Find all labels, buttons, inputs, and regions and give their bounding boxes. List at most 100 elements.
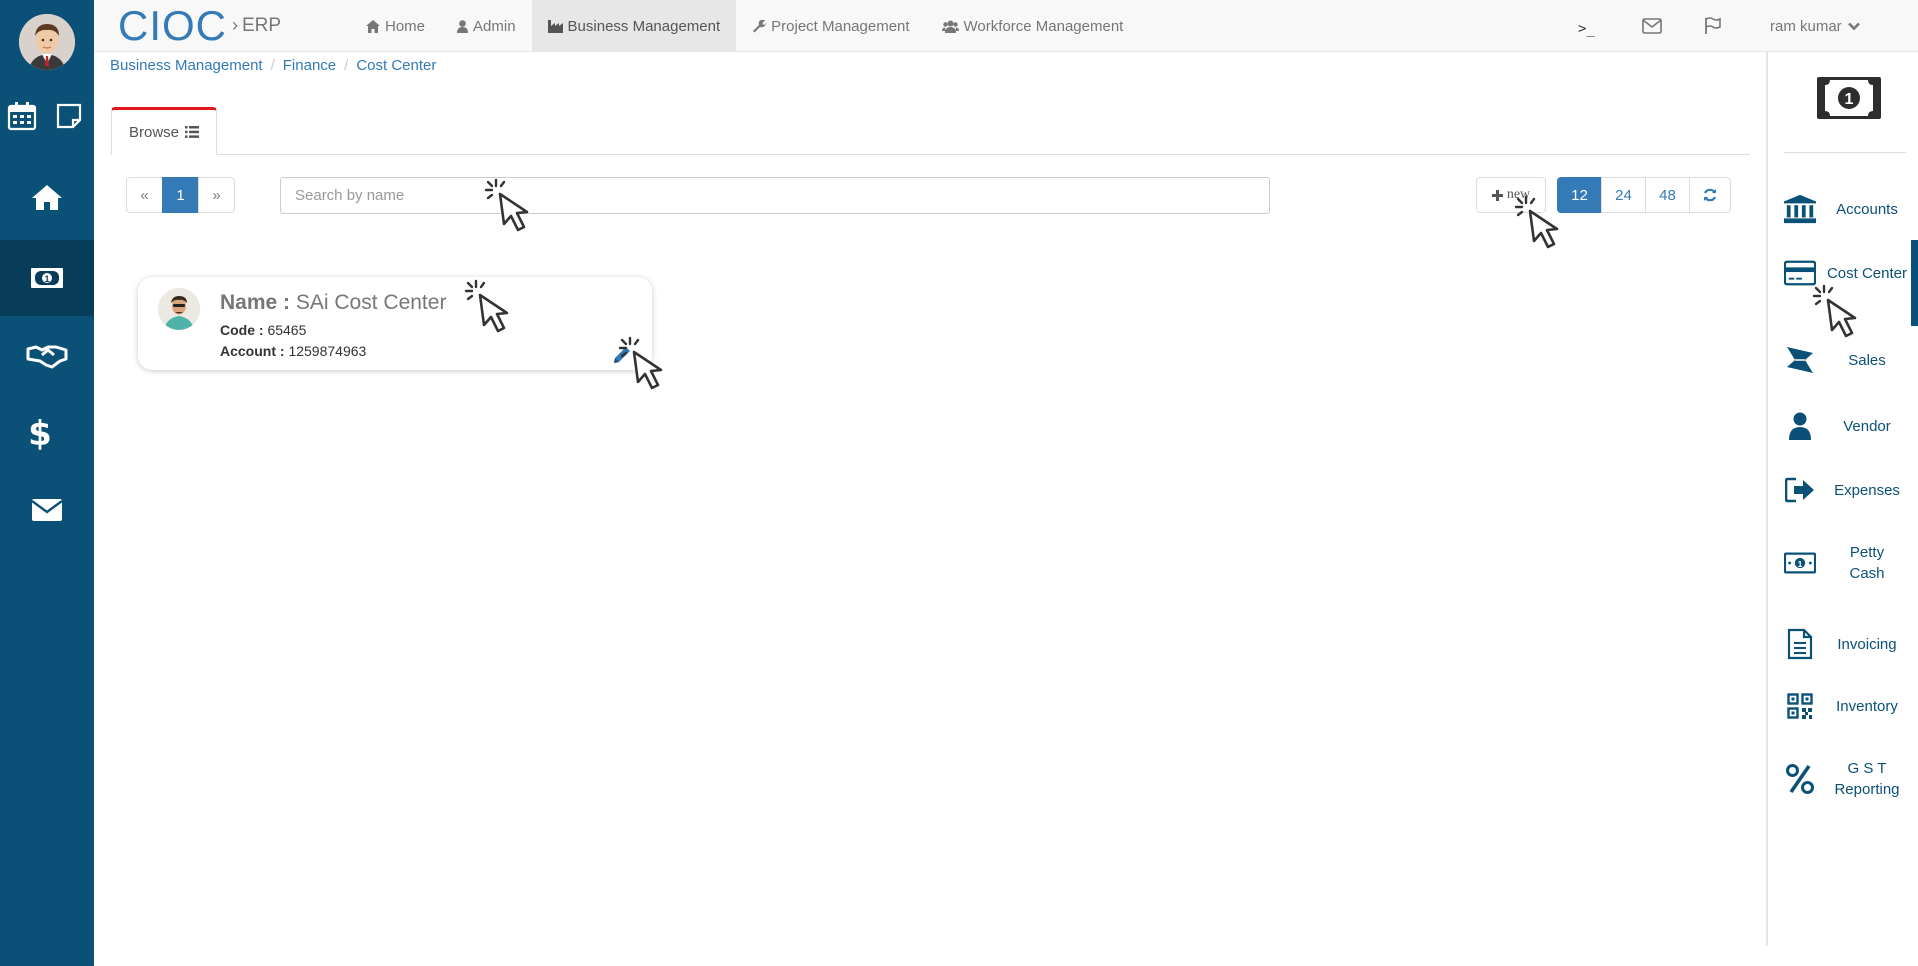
plus-icon: [1491, 189, 1503, 201]
card-code-value: 65465: [267, 322, 307, 338]
nav-home[interactable]: Home: [350, 0, 441, 52]
home-icon[interactable]: [0, 176, 94, 218]
sidebar-item-vendor-label: Vendor: [1843, 417, 1891, 435]
breadcrumb-separator: /: [344, 57, 349, 74]
nav-project-management[interactable]: Project Management: [736, 0, 925, 52]
pagination-prev[interactable]: «: [126, 177, 163, 213]
tabs-divider: [110, 154, 1750, 155]
right-sidebar: 1 Accounts Cost Center Sales Vendor Expe…: [1766, 52, 1918, 946]
sidebar-item-petty-cash[interactable]: 1 Petty Cash: [1784, 542, 1918, 584]
user-icon: [1784, 412, 1816, 440]
wrench-icon: [753, 19, 767, 33]
page-size-group: 12 24 48: [1557, 177, 1731, 213]
nav-business-management[interactable]: Business Management: [531, 0, 737, 52]
cost-center-card[interactable]: Name : SAi Cost Center Code : 65465 Acco…: [138, 277, 652, 370]
qrcode-icon: [1784, 693, 1816, 719]
money-icon: 1: [1816, 76, 1882, 125]
page-size-24[interactable]: 24: [1601, 177, 1646, 213]
user-menu[interactable]: ram kumar: [1770, 0, 1860, 52]
envelope-icon[interactable]: [0, 490, 94, 530]
users-icon: [941, 20, 959, 33]
svg-text:$: $: [29, 415, 51, 451]
svg-text:1: 1: [44, 274, 49, 284]
sidebar-item-gst-reporting[interactable]: G S T Reporting: [1784, 758, 1918, 800]
svg-text:1: 1: [1798, 559, 1803, 569]
left-sidebar: 1 $: [0, 0, 94, 966]
user-avatar[interactable]: [19, 14, 75, 70]
active-item-indicator: [1911, 240, 1918, 326]
credit-card-icon: [1784, 260, 1816, 286]
new-button-label: new: [1506, 187, 1531, 202]
nav-workforce-management-label: Workforce Management: [963, 17, 1124, 35]
breadcrumb-business-management[interactable]: Business Management: [110, 57, 263, 74]
chevron-down-icon: [1847, 22, 1860, 30]
sidebar-item-accounts-label: Accounts: [1836, 200, 1898, 218]
terminal-icon[interactable]: >_: [1578, 0, 1595, 52]
pagination-page[interactable]: 1: [162, 177, 199, 213]
home-icon: [366, 19, 380, 33]
sidebar-item-expenses-label: Expenses: [1834, 481, 1900, 499]
pencil-icon[interactable]: [612, 345, 632, 370]
nav-home-label: Home: [385, 17, 426, 35]
sidebar-item-expenses[interactable]: Expenses: [1784, 477, 1918, 503]
brand-logo[interactable]: CIOC: [118, 2, 227, 50]
card-account: Account : 1259874963: [220, 343, 366, 359]
card-account-value: 1259874963: [288, 343, 367, 359]
nav-admin[interactable]: Admin: [441, 0, 532, 52]
calendar-icon[interactable]: [5, 96, 39, 136]
refresh-button[interactable]: [1689, 177, 1731, 213]
pagination-next[interactable]: »: [198, 177, 235, 213]
right-sidebar-divider: [1784, 152, 1906, 153]
money-icon[interactable]: 1: [0, 240, 94, 316]
sidebar-item-vendor[interactable]: Vendor: [1784, 412, 1918, 440]
envelope-icon[interactable]: [1642, 0, 1662, 52]
flag-icon[interactable]: [1704, 0, 1722, 52]
breadcrumb-finance[interactable]: Finance: [283, 57, 336, 74]
nav-workforce-management[interactable]: Workforce Management: [926, 0, 1140, 52]
sidebar-item-gst-reporting-label: G S T Reporting: [1834, 760, 1900, 798]
svg-text:1: 1: [1845, 91, 1854, 108]
breadcrumb-separator: /: [270, 57, 275, 74]
page-size-48[interactable]: 48: [1645, 177, 1690, 213]
sidebar-item-inventory[interactable]: Inventory: [1784, 693, 1918, 719]
card-name: Name : SAi Cost Center: [220, 291, 446, 315]
sidebar-item-accounts[interactable]: Accounts: [1784, 194, 1918, 224]
card-code: Code : 65465: [220, 322, 306, 338]
card-account-label: Account :: [220, 343, 285, 359]
sidebar-item-cost-center-label: Cost Center: [1826, 264, 1908, 282]
tab-browse[interactable]: Browse: [111, 107, 217, 155]
search-input[interactable]: [280, 177, 1270, 214]
sidebar-item-cost-center[interactable]: Cost Center: [1784, 260, 1918, 286]
sidebar-item-invoicing-label: Invoicing: [1837, 635, 1897, 653]
pagination: « 1 »: [126, 177, 235, 213]
sales-icon: [1784, 345, 1816, 375]
tab-browse-label: Browse: [128, 123, 180, 141]
card-avatar: [158, 288, 200, 330]
dollar-icon[interactable]: $: [0, 410, 80, 456]
breadcrumb-cost-center[interactable]: Cost Center: [356, 57, 436, 74]
list-icon: [185, 126, 200, 138]
nav-project-management-label: Project Management: [771, 17, 910, 35]
top-navbar: CIOC › ERP Home Admin Business Management…: [94, 0, 1918, 52]
sidebar-item-invoicing[interactable]: Invoicing: [1784, 628, 1918, 660]
user-icon: [457, 19, 469, 33]
sign-out-icon: [1784, 477, 1816, 503]
card-code-label: Code :: [220, 322, 264, 338]
sidebar-item-sales-label: Sales: [1848, 351, 1886, 369]
industry-icon: [547, 19, 563, 33]
card-name-label: Name :: [220, 291, 291, 314]
top-nav-menu: Home Admin Business Management Project M…: [350, 0, 1139, 52]
bank-icon: [1784, 194, 1816, 224]
money-icon: 1: [1784, 552, 1816, 574]
user-name: ram kumar: [1770, 17, 1842, 35]
document-icon: [1784, 628, 1816, 660]
brand-subtitle: › ERP: [232, 15, 282, 36]
sidebar-item-sales[interactable]: Sales: [1784, 345, 1918, 375]
page-size-12[interactable]: 12: [1557, 177, 1602, 213]
breadcrumb: Business Management / Finance / Cost Cen…: [110, 57, 436, 74]
sticky-note-icon[interactable]: [52, 96, 86, 136]
handshake-icon[interactable]: [0, 334, 94, 376]
new-button[interactable]: new: [1476, 177, 1546, 213]
nav-business-management-label: Business Management: [567, 17, 721, 35]
refresh-icon: [1704, 188, 1716, 202]
